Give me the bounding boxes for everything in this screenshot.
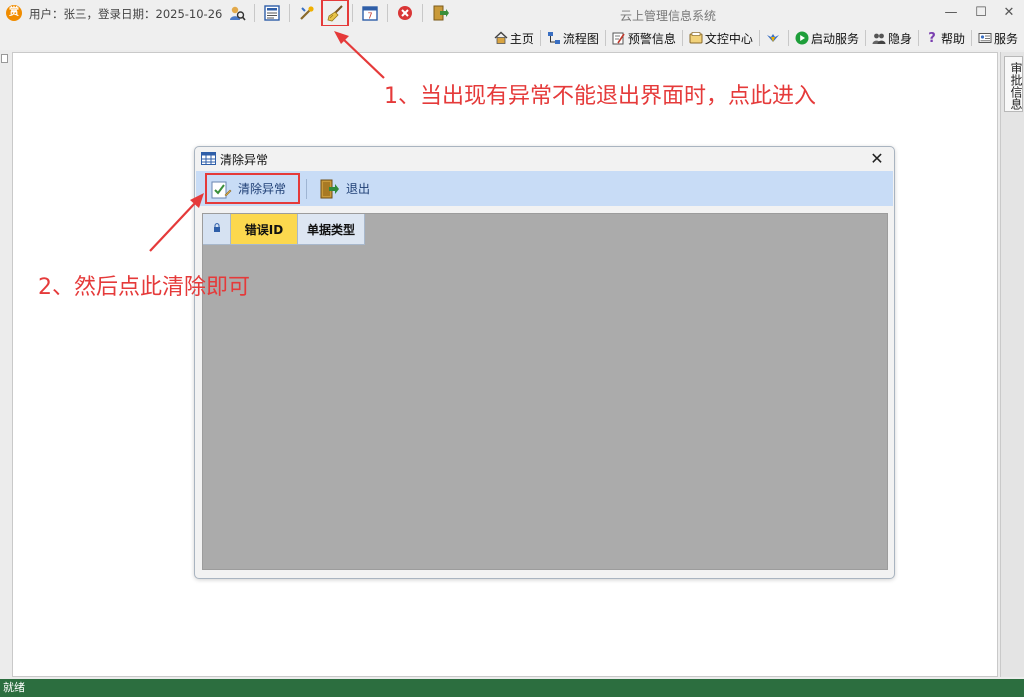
exception-grid: 错误ID 单据类型 bbox=[202, 213, 888, 570]
panel-grip[interactable] bbox=[1, 54, 8, 63]
right-panel: 审批信息 bbox=[1000, 52, 1024, 677]
maximize-button[interactable]: ☐ bbox=[971, 3, 991, 23]
menu-home[interactable]: 主页 bbox=[490, 28, 538, 48]
app-logo: 赏 bbox=[6, 5, 22, 21]
menu-items: 主页 流程图 预警信息 文控中心 启动服务 隐身 ? 帮助 服务 bbox=[490, 28, 1022, 48]
annotation-step1: 1、当出现有异常不能退出界面时，点此进入 bbox=[384, 84, 816, 109]
menu-hide[interactable]: 隐身 bbox=[868, 28, 916, 48]
grid-header: 错误ID 单据类型 bbox=[203, 214, 365, 245]
minimize-button[interactable]: — bbox=[941, 3, 961, 23]
menu-service-label: 服务 bbox=[993, 31, 1018, 46]
clear-exception-dialog: 清除异常 ✕ 清除异常 退出 错误ID 单据类型 bbox=[194, 146, 895, 579]
clear-check-icon bbox=[210, 178, 232, 200]
status-bar: 就绪 bbox=[0, 679, 1024, 697]
dialog-title-bar: 清除异常 ✕ bbox=[195, 147, 894, 171]
exit-door-icon bbox=[318, 178, 340, 200]
menu-bar: 主页 流程图 预警信息 文控中心 启动服务 隐身 ? 帮助 服务 bbox=[0, 26, 1024, 50]
menu-help-label: 帮助 bbox=[940, 31, 965, 46]
menu-hide-label: 隐身 bbox=[887, 31, 912, 46]
flowchart-icon bbox=[547, 31, 561, 45]
help-icon: ? bbox=[928, 30, 936, 46]
menu-separator bbox=[604, 30, 606, 46]
home-icon bbox=[494, 31, 508, 45]
column-header-doc-type[interactable]: 单据类型 bbox=[298, 214, 365, 245]
toolbar-separator bbox=[289, 4, 290, 22]
left-edge bbox=[0, 52, 10, 677]
menu-separator bbox=[864, 30, 866, 46]
service-card-icon bbox=[978, 31, 992, 45]
column-header-error-id[interactable]: 错误ID bbox=[231, 214, 298, 245]
menu-separator bbox=[681, 30, 683, 46]
lock-icon bbox=[213, 222, 221, 236]
dialog-close-button[interactable]: ✕ bbox=[868, 149, 886, 169]
form-icon[interactable] bbox=[261, 2, 283, 24]
toolbar-separator bbox=[422, 4, 423, 22]
menu-doc-center[interactable]: 文控中心 bbox=[685, 28, 757, 48]
toolbar-separator bbox=[352, 4, 353, 22]
menu-alert-label: 预警信息 bbox=[627, 31, 676, 46]
close-button[interactable]: ✕ bbox=[999, 3, 1019, 23]
table-icon bbox=[201, 152, 216, 168]
clear-exception-button[interactable]: 清除异常 bbox=[205, 173, 300, 204]
exit-label: 退出 bbox=[346, 182, 371, 196]
menu-flow[interactable]: 流程图 bbox=[543, 28, 603, 48]
users-icon bbox=[872, 31, 886, 45]
menu-home-label: 主页 bbox=[509, 31, 534, 46]
menu-flow-label: 流程图 bbox=[562, 31, 599, 46]
menu-start-service-label: 启动服务 bbox=[810, 31, 859, 46]
menu-separator bbox=[970, 30, 972, 46]
dialog-toolbar: 清除异常 退出 bbox=[196, 171, 893, 206]
exit-button[interactable]: 退出 bbox=[316, 174, 376, 203]
toolbar-separator bbox=[387, 4, 388, 22]
app-title: 云上管理信息系统 bbox=[620, 9, 717, 23]
exit-door-icon[interactable] bbox=[429, 2, 451, 24]
calendar-icon[interactable]: 7 bbox=[359, 2, 381, 24]
svg-text:7: 7 bbox=[367, 12, 372, 21]
menu-separator bbox=[917, 30, 919, 46]
quick-toolbar: 7 bbox=[226, 0, 457, 27]
play-icon bbox=[795, 31, 809, 45]
menu-start-service[interactable]: 启动服务 bbox=[791, 28, 863, 48]
toolbar-separator bbox=[254, 4, 255, 22]
menu-service[interactable]: 服务 bbox=[974, 28, 1022, 48]
document-icon bbox=[689, 31, 703, 45]
annotation-step2: 2、然后点此清除即可 bbox=[38, 275, 250, 300]
menu-separator bbox=[539, 30, 541, 46]
menu-separator bbox=[787, 30, 789, 46]
user-info: 用户：张三，登录日期：2025-10-26 bbox=[29, 7, 223, 21]
approval-info-tab[interactable]: 审批信息 bbox=[1004, 56, 1023, 112]
clear-exception-label: 清除异常 bbox=[238, 182, 287, 196]
menu-doc-center-label: 文控中心 bbox=[704, 31, 753, 46]
broom-icon[interactable] bbox=[321, 0, 349, 27]
bird-icon bbox=[766, 31, 780, 45]
menu-alert[interactable]: 预警信息 bbox=[608, 28, 680, 48]
title-bar: 赏 用户：张三，登录日期：2025-10-26 7 云上管理信息系统 — ☐ ✕ bbox=[0, 0, 1024, 27]
toolbar-separator bbox=[306, 179, 307, 199]
tools-icon[interactable] bbox=[296, 2, 318, 24]
menu-bird[interactable] bbox=[762, 28, 786, 48]
row-selector-header[interactable] bbox=[203, 214, 231, 245]
menu-help[interactable]: ? 帮助 bbox=[921, 28, 969, 48]
alert-icon bbox=[612, 31, 626, 45]
user-search-icon[interactable] bbox=[226, 2, 248, 24]
stop-icon[interactable] bbox=[394, 2, 416, 24]
dialog-title: 清除异常 bbox=[220, 153, 269, 167]
menu-separator bbox=[758, 30, 760, 46]
